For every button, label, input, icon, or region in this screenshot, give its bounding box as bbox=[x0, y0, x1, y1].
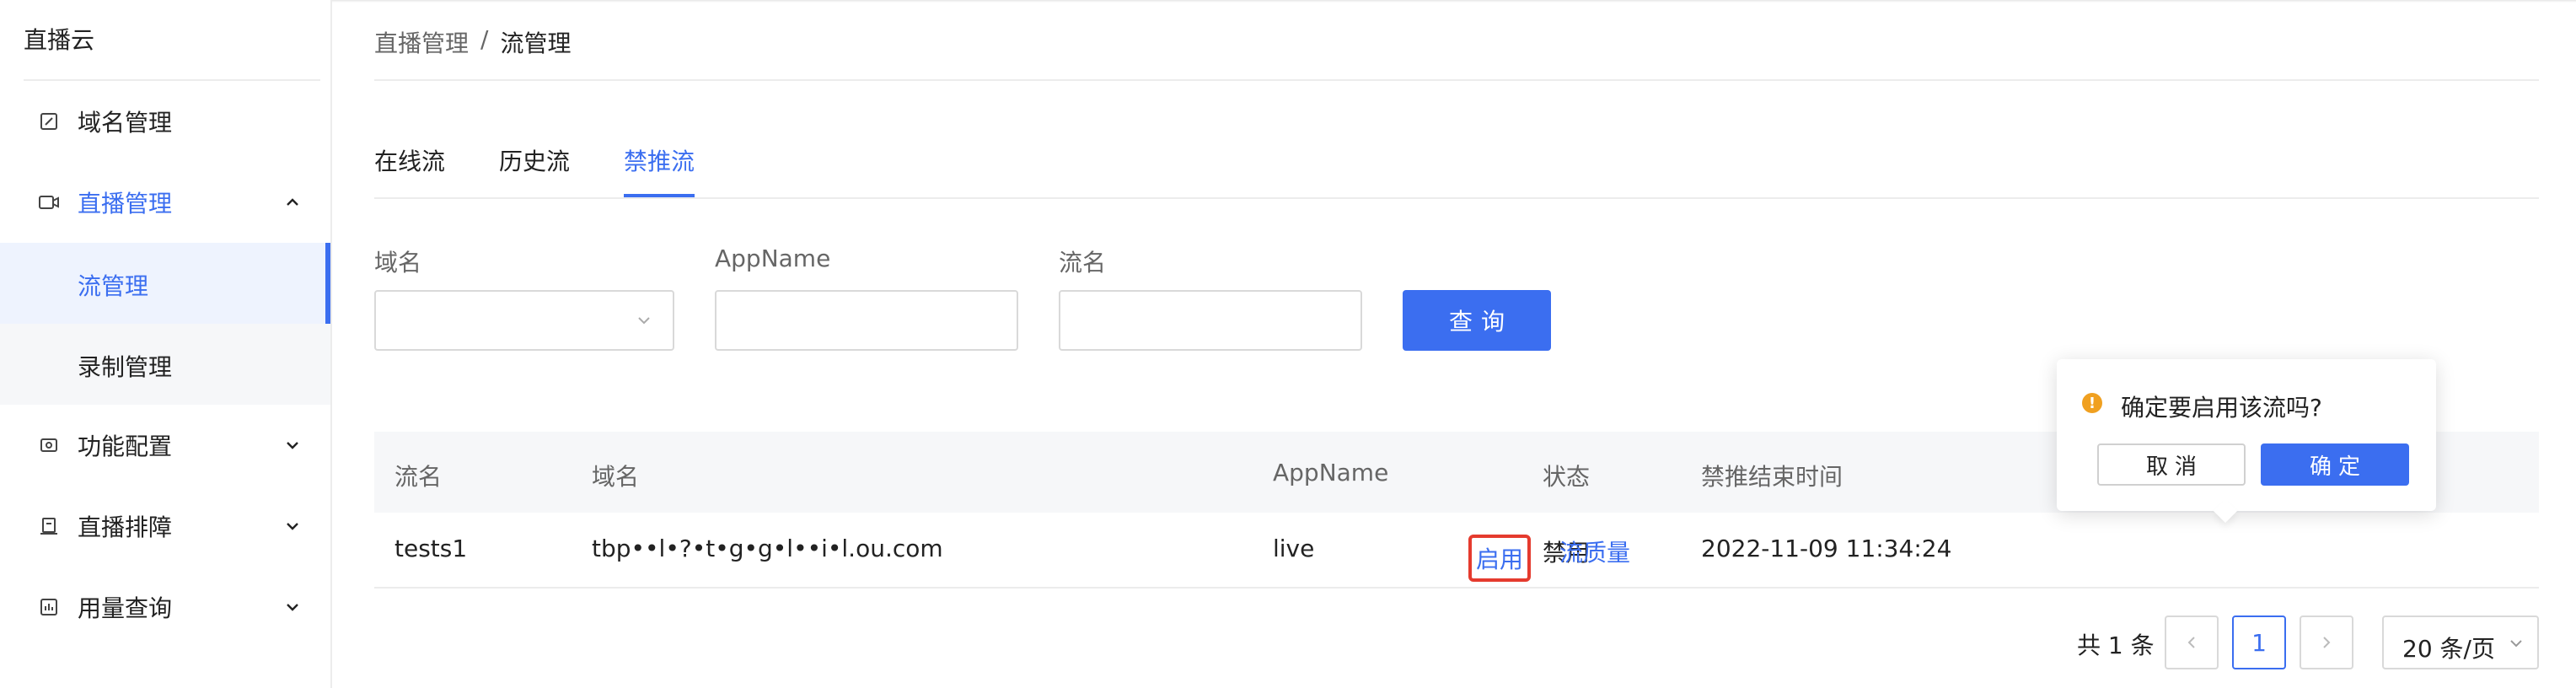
chevron-right-icon bbox=[2323, 637, 2331, 648]
config-icon bbox=[37, 433, 61, 457]
cell-domain: tbp••l•?•t•g•g•l••i•l.ou.com bbox=[592, 535, 943, 562]
page-number-button[interactable]: 1 bbox=[2232, 615, 2286, 669]
tab-banned-stream[interactable]: 禁推流 bbox=[624, 143, 695, 177]
domain-select[interactable] bbox=[374, 290, 674, 351]
sidebar-item-troubleshoot[interactable]: 直播排障 bbox=[0, 486, 330, 567]
brand-title: 直播云 bbox=[24, 26, 95, 54]
edit-icon bbox=[37, 110, 61, 133]
sidebar-item-label: 用量查询 bbox=[78, 594, 173, 622]
sidebar-item-label: 直播排障 bbox=[78, 513, 173, 541]
sidebar-item-label: 直播管理 bbox=[78, 190, 173, 218]
chevron-down-icon bbox=[634, 310, 654, 331]
sidebar-item-label: 域名管理 bbox=[78, 109, 173, 137]
popconfirm: ! 确定要启用该流吗? 取消 确定 bbox=[2057, 359, 2436, 524]
page-size-value: 20 条/页 bbox=[2402, 635, 2495, 663]
stream-quality-link[interactable]: 流质量 bbox=[1559, 535, 1630, 568]
next-page-button[interactable] bbox=[2300, 615, 2353, 669]
chevron-down-icon bbox=[283, 598, 302, 616]
breadcrumb-separator: / bbox=[480, 25, 489, 53]
column-header: 禁推结束时间 bbox=[1701, 463, 1843, 491]
stream-name-input[interactable] bbox=[1059, 290, 1362, 351]
sidebar-item-recording-management[interactable]: 录制管理 bbox=[0, 324, 330, 405]
column-header: 状态 bbox=[1543, 463, 1591, 491]
divider bbox=[374, 79, 2539, 81]
warning-icon: ! bbox=[2082, 393, 2102, 413]
popconfirm-message: 确定要启用该流吗? bbox=[2121, 394, 2322, 422]
appname-input[interactable] bbox=[715, 290, 1018, 351]
sidebar-item-config[interactable]: 功能配置 bbox=[0, 405, 330, 486]
breadcrumb-current: 流管理 bbox=[500, 30, 572, 57]
sidebar-item-live[interactable]: 直播管理 bbox=[0, 162, 330, 243]
chevron-down-icon bbox=[283, 517, 302, 535]
top-shadow bbox=[0, 0, 2576, 3]
video-camera-icon bbox=[37, 191, 61, 214]
column-header: 流名 bbox=[394, 463, 443, 491]
sidebar-item-stream-management[interactable]: 流管理 bbox=[0, 243, 330, 324]
appname-label: AppName bbox=[715, 245, 831, 272]
chevron-up-icon bbox=[283, 193, 302, 212]
chevron-down-icon bbox=[2507, 634, 2525, 653]
column-header: AppName bbox=[1273, 459, 1389, 486]
chevron-down-icon bbox=[283, 436, 302, 454]
troubleshoot-icon bbox=[37, 514, 61, 538]
confirm-button[interactable]: 确定 bbox=[2261, 443, 2409, 486]
tab-online-stream[interactable]: 在线流 bbox=[374, 143, 445, 177]
enable-link[interactable]: 启用 bbox=[1468, 535, 1531, 582]
chevron-left-icon bbox=[2187, 637, 2195, 648]
sidebar-item-label: 功能配置 bbox=[78, 433, 173, 460]
cell-appname: live bbox=[1273, 535, 1315, 562]
stream-name-label: 流名 bbox=[1059, 249, 1107, 277]
query-button[interactable]: 查询 bbox=[1403, 290, 1551, 351]
pagination-total: 共 1 条 bbox=[2077, 632, 2155, 659]
sidebar-item-label: 流管理 bbox=[78, 272, 149, 300]
domain-label: 域名 bbox=[374, 249, 422, 277]
chart-icon bbox=[37, 595, 61, 619]
breadcrumb-parent[interactable]: 直播管理 bbox=[374, 25, 469, 59]
breadcrumb: 直播管理 / 流管理 bbox=[374, 25, 571, 59]
sidebar: 直播云 域名管理 直播管理 流管理 录制管理 功能配置 直播排障 用量查询 bbox=[0, 0, 332, 688]
page-size-select[interactable]: 20 条/页 bbox=[2382, 615, 2539, 669]
cell-stream-name: tests1 bbox=[394, 535, 468, 562]
sidebar-item-domain[interactable]: 域名管理 bbox=[0, 81, 330, 162]
column-header: 域名 bbox=[592, 463, 640, 491]
cell-ban-end-time: 2022-11-09 11:34:24 bbox=[1701, 535, 1952, 562]
sidebar-item-usage[interactable]: 用量查询 bbox=[0, 567, 330, 648]
cancel-button[interactable]: 取消 bbox=[2097, 443, 2246, 486]
table-row: tests1 tbp••l•?•t•g•g•l••i•l.ou.com live… bbox=[374, 513, 2539, 589]
tab-history-stream[interactable]: 历史流 bbox=[499, 143, 570, 177]
divider bbox=[374, 197, 2539, 199]
prev-page-button[interactable] bbox=[2165, 615, 2219, 669]
sidebar-item-label: 录制管理 bbox=[78, 353, 173, 381]
